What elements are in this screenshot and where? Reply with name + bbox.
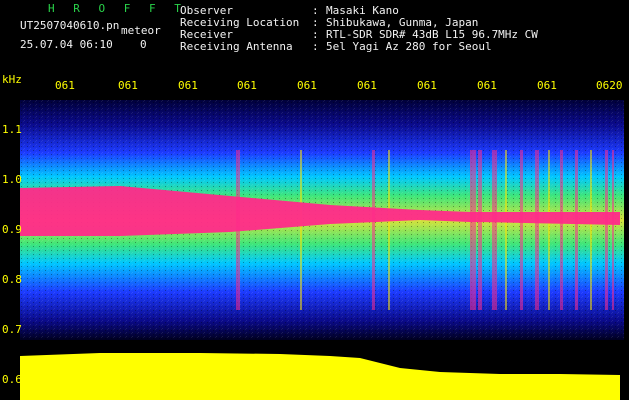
meteor-streak — [388, 150, 390, 310]
antenna-value: 5el Yagi Az 280 for Seoul — [326, 40, 492, 53]
axis-unit-label: kHz — [2, 73, 22, 86]
antenna-label: Receiving Antenna — [180, 40, 293, 53]
antenna-separator: : — [312, 40, 319, 53]
tag-text: meteor — [121, 24, 161, 37]
x-tick-4: 061 — [237, 79, 257, 92]
x-tick-8: 061 — [477, 79, 497, 92]
x-tick-5: 061 — [297, 79, 317, 92]
x-tick-10: 0620 — [596, 79, 623, 92]
filename-text: UT2507040610.pn — [20, 19, 120, 32]
meteor-streak — [560, 150, 563, 310]
hrofft-logo: H R O F F T — [48, 2, 187, 15]
x-tick-3: 061 — [178, 79, 198, 92]
x-tick-1: 061 — [55, 79, 75, 92]
y-tick-1: 1.1 — [2, 123, 22, 136]
y-tick-4: 0.8 — [2, 273, 22, 286]
y-tick-2: 1.0 — [2, 173, 22, 186]
x-tick-9: 061 — [537, 79, 557, 92]
x-tick-2: 061 — [118, 79, 138, 92]
meteor-streak — [505, 150, 507, 310]
x-tick-7: 061 — [417, 79, 437, 92]
meteor-streak — [605, 150, 608, 310]
antenna-row: Receiving Antenna : 5el Yagi Az 280 for … — [180, 41, 620, 53]
meteor-streak — [590, 150, 592, 310]
meteor-streak — [300, 150, 302, 310]
meteor-streak — [535, 150, 539, 310]
meteor-streak — [372, 150, 375, 310]
count-text: 0 — [140, 38, 147, 51]
datetime-text: 25.07.04 06:10 — [20, 38, 113, 51]
meteor-streak — [520, 150, 523, 310]
y-tick-5: 0.7 — [2, 323, 22, 336]
meteor-streak — [478, 150, 482, 310]
meteor-streak — [492, 150, 497, 310]
spectrogram-plot — [20, 100, 624, 400]
y-tick-3: 0.9 — [2, 223, 22, 236]
spectrogram-screen: H R O F F T UT2507040610.pn meteor 25.07… — [0, 0, 629, 400]
x-tick-6: 061 — [357, 79, 377, 92]
meteor-streak — [548, 150, 550, 310]
meteor-streak — [470, 150, 476, 310]
power-trace — [20, 353, 620, 400]
meteor-streak — [612, 150, 614, 310]
meteor-streak — [575, 150, 578, 310]
y-tick-6: 0.6 — [2, 373, 22, 386]
